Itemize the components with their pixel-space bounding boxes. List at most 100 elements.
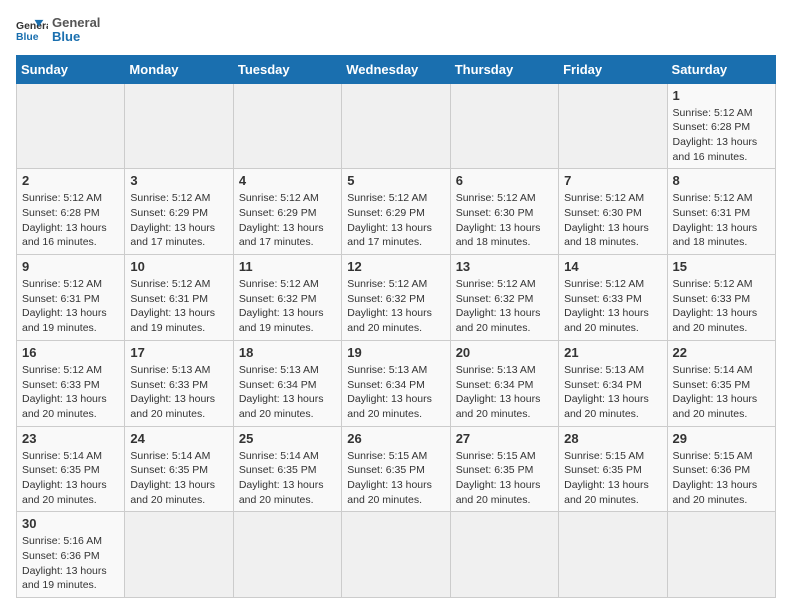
day-info: Sunrise: 5:13 AMSunset: 6:34 PMDaylight:… (239, 363, 336, 422)
calendar-cell (667, 512, 775, 598)
day-number: 3 (130, 173, 227, 188)
calendar-cell: 23Sunrise: 5:14 AMSunset: 6:35 PMDayligh… (17, 426, 125, 512)
day-info: Sunrise: 5:12 AMSunset: 6:32 PMDaylight:… (239, 277, 336, 336)
day-info: Sunrise: 5:15 AMSunset: 6:36 PMDaylight:… (673, 449, 770, 508)
day-info: Sunrise: 5:12 AMSunset: 6:33 PMDaylight:… (564, 277, 661, 336)
calendar-cell (559, 83, 667, 169)
day-info: Sunrise: 5:12 AMSunset: 6:30 PMDaylight:… (456, 191, 553, 250)
day-number: 18 (239, 345, 336, 360)
day-info: Sunrise: 5:14 AMSunset: 6:35 PMDaylight:… (673, 363, 770, 422)
calendar-table: SundayMondayTuesdayWednesdayThursdayFrid… (16, 55, 776, 599)
day-number: 23 (22, 431, 119, 446)
day-info: Sunrise: 5:14 AMSunset: 6:35 PMDaylight:… (239, 449, 336, 508)
day-number: 9 (22, 259, 119, 274)
calendar-cell: 29 Sunrise: 5:15 AMSunset: 6:36 PMDayligh… (667, 426, 775, 512)
day-info: Sunrise: 5:12 AMSunset: 6:30 PMDaylight:… (564, 191, 661, 250)
calendar-cell: 26 Sunrise: 5:15 AMSunset: 6:35 PMDayligh… (342, 426, 450, 512)
calendar-cell: 7 Sunrise: 5:12 AMSunset: 6:30 PMDaylight… (559, 169, 667, 255)
calendar-cell: 6 Sunrise: 5:12 AMSunset: 6:30 PMDaylight… (450, 169, 558, 255)
calendar-cell: 1Sunrise: 5:12 AMSunset: 6:28 PMDaylight… (667, 83, 775, 169)
day-number: 30 (22, 516, 119, 531)
day-info: Sunrise: 5:12 AMSunset: 6:31 PMDaylight:… (673, 191, 770, 250)
calendar-cell (125, 83, 233, 169)
logo-icon: General Blue (16, 16, 48, 44)
calendar-cell: 16 Sunrise: 5:12 AMSunset: 6:33 PMDayligh… (17, 340, 125, 426)
day-info: Sunrise: 5:15 AMSunset: 6:35 PMDaylight:… (456, 449, 553, 508)
day-info: Sunrise: 5:12 AMSunset: 6:33 PMDaylight:… (673, 277, 770, 336)
day-number: 8 (673, 173, 770, 188)
logo: General Blue General Blue (16, 16, 100, 45)
calendar-cell (450, 512, 558, 598)
calendar-cell: 15 Sunrise: 5:12 AMSunset: 6:33 PMDayligh… (667, 255, 775, 341)
day-number: 1 (673, 88, 770, 103)
day-info: Sunrise: 5:12 AMSunset: 6:32 PMDaylight:… (456, 277, 553, 336)
weekday-header-wednesday: Wednesday (342, 55, 450, 83)
calendar-cell (233, 83, 341, 169)
calendar-cell: 18 Sunrise: 5:13 AMSunset: 6:34 PMDayligh… (233, 340, 341, 426)
day-info: Sunrise: 5:16 AMSunset: 6:36 PMDaylight:… (22, 534, 119, 593)
day-number: 11 (239, 259, 336, 274)
calendar-cell: 30 Sunrise: 5:16 AMSunset: 6:36 PMDayligh… (17, 512, 125, 598)
calendar-cell: 3 Sunrise: 5:12 AMSunset: 6:29 PMDaylight… (125, 169, 233, 255)
day-number: 19 (347, 345, 444, 360)
calendar-cell: 8 Sunrise: 5:12 AMSunset: 6:31 PMDaylight… (667, 169, 775, 255)
calendar-cell: 11 Sunrise: 5:12 AMSunset: 6:32 PMDayligh… (233, 255, 341, 341)
calendar-cell: 27Sunrise: 5:15 AMSunset: 6:35 PMDayligh… (450, 426, 558, 512)
day-number: 15 (673, 259, 770, 274)
calendar-cell (342, 512, 450, 598)
weekday-header-tuesday: Tuesday (233, 55, 341, 83)
calendar-cell (450, 83, 558, 169)
day-info: Sunrise: 5:12 AMSunset: 6:28 PMDaylight:… (22, 191, 119, 250)
day-info: Sunrise: 5:15 AMSunset: 6:35 PMDaylight:… (564, 449, 661, 508)
day-number: 10 (130, 259, 227, 274)
calendar-cell: 2Sunrise: 5:12 AMSunset: 6:28 PMDaylight… (17, 169, 125, 255)
day-info: Sunrise: 5:12 AMSunset: 6:29 PMDaylight:… (347, 191, 444, 250)
calendar-header: SundayMondayTuesdayWednesdayThursdayFrid… (17, 55, 776, 83)
logo-blue-text: Blue (52, 30, 100, 44)
day-number: 5 (347, 173, 444, 188)
day-info: Sunrise: 5:12 AMSunset: 6:33 PMDaylight:… (22, 363, 119, 422)
calendar-cell: 12Sunrise: 5:12 AMSunset: 6:32 PMDayligh… (342, 255, 450, 341)
calendar-cell (125, 512, 233, 598)
day-info: Sunrise: 5:13 AMSunset: 6:33 PMDaylight:… (130, 363, 227, 422)
calendar-cell: 5 Sunrise: 5:12 AMSunset: 6:29 PMDaylight… (342, 169, 450, 255)
weekday-header-monday: Monday (125, 55, 233, 83)
day-info: Sunrise: 5:13 AMSunset: 6:34 PMDaylight:… (564, 363, 661, 422)
day-number: 7 (564, 173, 661, 188)
weekday-header-thursday: Thursday (450, 55, 558, 83)
day-number: 26 (347, 431, 444, 446)
day-info: Sunrise: 5:12 AMSunset: 6:29 PMDaylight:… (130, 191, 227, 250)
calendar-cell: 19Sunrise: 5:13 AMSunset: 6:34 PMDayligh… (342, 340, 450, 426)
calendar-cell (559, 512, 667, 598)
calendar-cell: 4 Sunrise: 5:12 AMSunset: 6:29 PMDaylight… (233, 169, 341, 255)
calendar-cell (17, 83, 125, 169)
logo-general-text: General (52, 16, 100, 30)
weekday-header-friday: Friday (559, 55, 667, 83)
day-number: 6 (456, 173, 553, 188)
day-number: 22 (673, 345, 770, 360)
day-info: Sunrise: 5:12 AMSunset: 6:29 PMDaylight:… (239, 191, 336, 250)
day-number: 29 (673, 431, 770, 446)
calendar-cell: 25 Sunrise: 5:14 AMSunset: 6:35 PMDayligh… (233, 426, 341, 512)
day-number: 12 (347, 259, 444, 274)
calendar-cell: 20Sunrise: 5:13 AMSunset: 6:34 PMDayligh… (450, 340, 558, 426)
day-info: Sunrise: 5:12 AMSunset: 6:31 PMDaylight:… (22, 277, 119, 336)
day-number: 4 (239, 173, 336, 188)
day-number: 28 (564, 431, 661, 446)
day-number: 16 (22, 345, 119, 360)
calendar-body: 1 Sunrise: 5:12 AMSunset: 6:28 PMDaylight… (17, 83, 776, 598)
calendar-cell: 9 Sunrise: 5:12 AMSunset: 6:31 PMDaylight… (17, 255, 125, 341)
svg-text:General: General (16, 21, 48, 32)
calendar-cell: 13Sunrise: 5:12 AMSunset: 6:32 PMDayligh… (450, 255, 558, 341)
weekday-header-saturday: Saturday (667, 55, 775, 83)
day-number: 14 (564, 259, 661, 274)
calendar-cell: 10Sunrise: 5:12 AMSunset: 6:31 PMDayligh… (125, 255, 233, 341)
calendar-cell (233, 512, 341, 598)
calendar-cell: 14 Sunrise: 5:12 AMSunset: 6:33 PMDayligh… (559, 255, 667, 341)
calendar-cell: 28 Sunrise: 5:15 AMSunset: 6:35 PMDayligh… (559, 426, 667, 512)
calendar-cell: 17Sunrise: 5:13 AMSunset: 6:33 PMDayligh… (125, 340, 233, 426)
day-number: 20 (456, 345, 553, 360)
day-info: Sunrise: 5:15 AMSunset: 6:35 PMDaylight:… (347, 449, 444, 508)
calendar-cell: 24Sunrise: 5:14 AMSunset: 6:35 PMDayligh… (125, 426, 233, 512)
day-number: 25 (239, 431, 336, 446)
